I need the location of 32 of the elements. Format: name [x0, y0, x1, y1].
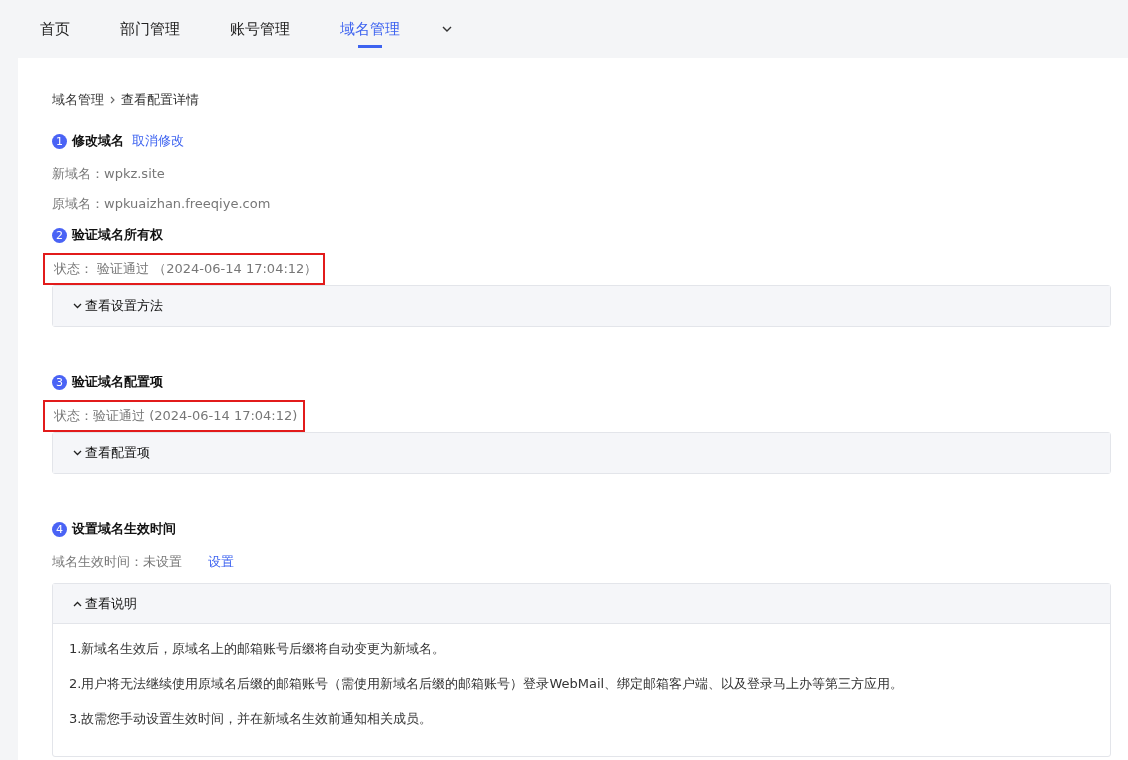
step-number-badge: 1 — [52, 133, 67, 149]
nav-tab[interactable]: 首页 — [40, 11, 70, 47]
step-title: 修改域名 — [72, 132, 124, 150]
effective-time-text: 域名生效时间：未设置 — [52, 553, 182, 571]
status-text: 状态： 验证通过 （2024-06-14 17:04:12） — [43, 253, 326, 285]
chevron-down-icon[interactable] — [442, 26, 452, 32]
status-text: 状态：验证通过 (2024-06-14 17:04:12) — [43, 400, 306, 432]
step-title: 设置域名生效时间 — [72, 520, 176, 538]
domain-info-text: 原域名：wpkuaizhan.freeqiye.com — [52, 195, 272, 213]
nav-tab[interactable]: 部门管理 — [120, 11, 180, 47]
step-number-badge: 3 — [52, 374, 67, 390]
step-number-badge: 4 — [52, 521, 67, 537]
set-link[interactable]: 设置 — [208, 552, 234, 572]
panel-toggle[interactable]: 查看设置方法 — [53, 286, 1110, 326]
chevron-down-icon — [73, 303, 82, 309]
cancel-edit-link[interactable]: 取消修改 — [132, 132, 184, 150]
breadcrumb-item: 查看配置详情 — [121, 91, 199, 109]
step-title: 验证域名配置项 — [72, 373, 163, 391]
step-number-badge: 2 — [52, 227, 67, 243]
note-text: 2.用户将无法继续使用原域名后缀的邮箱账号（需使用新域名后缀的邮箱账号）登录WebMail、绑定邮箱客户端、以及登录马上办等第三方应用。 — [69, 675, 905, 693]
step-title: 验证域名所有权 — [72, 226, 163, 244]
chevron-right-icon — [110, 96, 115, 104]
domain-info-text: 新域名：wpkz.site — [52, 165, 166, 183]
note-text: 1.新域名生效后，原域名上的邮箱账号后缀将自动变更为新域名。 — [69, 640, 447, 658]
chevron-up-icon — [73, 600, 82, 607]
note-text: 3.故需您手动设置生效时间，并在新域名生效前通知相关成员。 — [69, 710, 434, 728]
breadcrumb-item[interactable]: 域名管理 — [52, 91, 104, 109]
panel-toggle[interactable]: 查看说明 — [53, 584, 1110, 624]
panel-toggle[interactable]: 查看配置项 — [53, 433, 1110, 473]
nav-tab[interactable]: 账号管理 — [230, 11, 290, 47]
nav-tab[interactable]: 域名管理 — [340, 11, 400, 47]
chevron-down-icon — [73, 450, 82, 456]
